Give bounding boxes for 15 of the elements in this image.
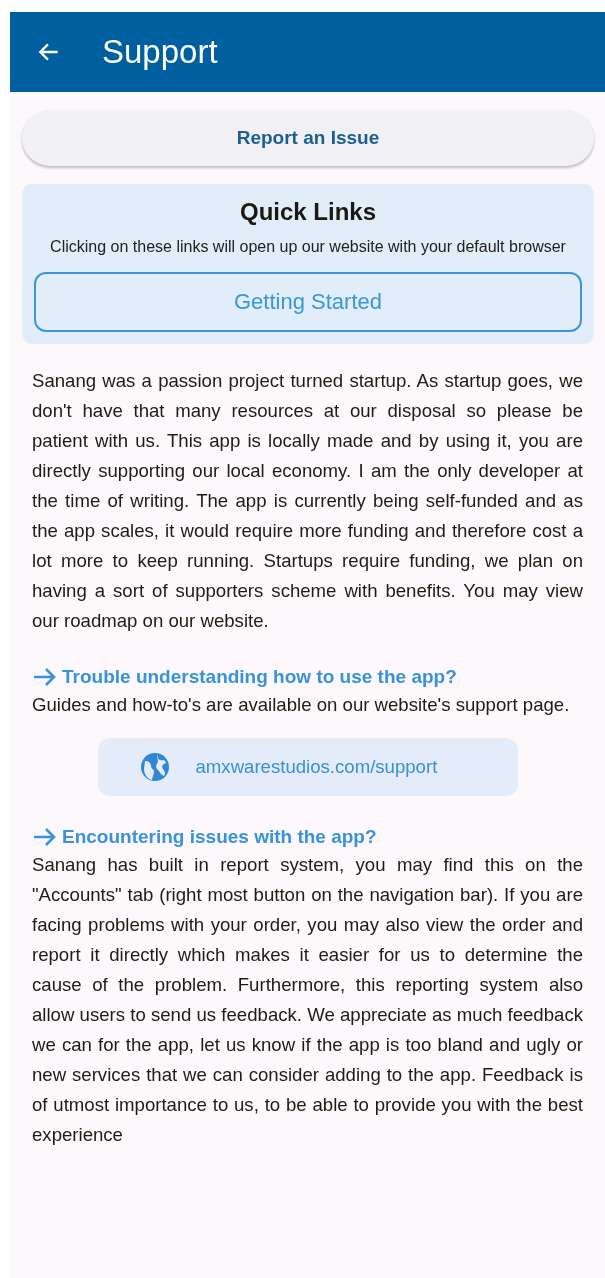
link-button[interactable]: Getting Started xyxy=(34,272,582,332)
section-heading: Trouble understanding how to use the app? xyxy=(62,666,457,688)
website-link[interactable]: amxwarestudios.com/support xyxy=(195,756,438,778)
globe-icon xyxy=(139,752,170,782)
card-description: Clicking on these links will open up our website with your default browser xyxy=(49,237,567,257)
arrow-icon xyxy=(32,666,58,688)
section-heading: Encountering issues with the app? xyxy=(62,826,377,848)
card-title: Quick Links xyxy=(238,198,377,226)
screen-title: Support xyxy=(102,33,218,71)
report-issue-button[interactable]: Report an Issue xyxy=(22,110,594,166)
section-paragraph: Sanang has built in report system, you may find this on the "Accounts" tab (right most button on the navigation bar). If you are facing problems with your order, you may also view the order and report it directly which makes it easier for us to determine the cause of the problem. Furthermore, this reporting system also allow users to send us feedback. We appreciate as much feedback we can for the app, let us know if the app is too bland and ugly or new services that we can consider adding to the app. Feedback is of utmost importance to us, to be able to provide you with the best experience xyxy=(32,853,583,1147)
intro-paragraph: Sanang was a passion project turned startup. As startup goes, we don't have that many resources at our disposal so please be patient with us. This app is locally made and by using it, you are directly supporting our local economy. I am the only developer at the time of writing. The app is currently being self-funded and as the app scales, it would require more funding and therefore cost a lot more to keep running. Startups require funding, we plan on having a sort of supporters scheme with benefits. You may view our roadmap on our website. xyxy=(32,369,583,633)
website-link-card[interactable]: amxwarestudios.com/support xyxy=(97,738,518,796)
section-paragraph: Guides and how-to's are available on our website's support page. xyxy=(32,693,571,717)
arrow-icon xyxy=(32,826,58,848)
